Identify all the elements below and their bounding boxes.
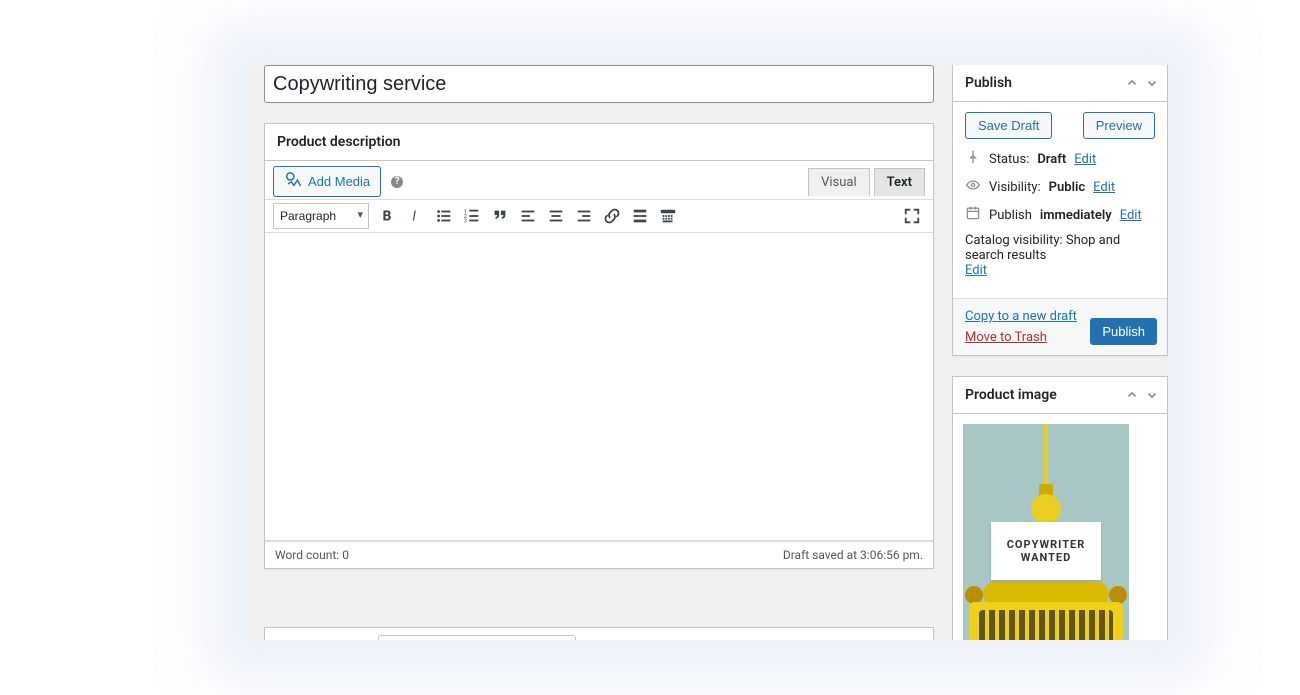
chevron-up-icon[interactable] <box>1125 388 1139 402</box>
sign-line2: WANTED <box>1021 551 1072 564</box>
editor-status-bar: Word count: 0 Draft saved at 3:06:56 pm. <box>265 541 933 568</box>
publish-button[interactable]: Publish <box>1090 318 1157 345</box>
sign-card: COPYWRITER WANTED <box>991 522 1101 580</box>
svg-text:I: I <box>412 209 416 225</box>
chevron-down-icon[interactable] <box>1145 388 1159 402</box>
calendar-icon <box>965 205 981 225</box>
bullet-list-icon[interactable] <box>431 203 457 229</box>
preview-button[interactable]: Preview <box>1083 112 1155 139</box>
edit-visibility-link[interactable]: Edit <box>1093 180 1115 195</box>
visibility-label: Visibility: <box>989 180 1041 195</box>
chevron-up-icon[interactable] <box>1125 76 1139 90</box>
link-icon[interactable] <box>599 203 625 229</box>
edit-catalog-link[interactable]: Edit <box>965 263 987 278</box>
svg-text:3: 3 <box>464 218 467 224</box>
paragraph-format-select[interactable]: Paragraph <box>273 203 369 229</box>
editor-format-toolbar: Paragraph B I 123 <box>265 199 933 233</box>
add-media-button[interactable]: Add Media <box>273 166 381 197</box>
align-left-icon[interactable] <box>515 203 541 229</box>
editor-top-row: Add Media ? Visual Text <box>265 161 933 199</box>
visibility-value: Public <box>1049 180 1085 195</box>
status-label: Status: <box>989 152 1029 167</box>
editor-content-area[interactable] <box>265 233 933 541</box>
help-icon[interactable]: ? <box>391 176 403 188</box>
tab-text[interactable]: Text <box>874 168 925 196</box>
side-column: Publish Save Draft Preview Status: Draft… <box>952 65 1168 640</box>
wp-admin-editor-viewport: Product description Add Media ? Visual T <box>248 65 1168 640</box>
publish-schedule-label: Publish <box>989 208 1032 223</box>
align-right-icon[interactable] <box>571 203 597 229</box>
draft-saved-text: Draft saved at 3:06:56 pm. <box>783 548 923 562</box>
editor-mode-tabs: Visual Text <box>808 168 925 196</box>
publish-schedule-value: immediately <box>1040 208 1112 223</box>
edit-schedule-link[interactable]: Edit <box>1120 208 1142 223</box>
eye-icon <box>965 177 981 197</box>
product-image-thumbnail[interactable]: COPYWRITER WANTED <box>963 424 1129 640</box>
publish-heading: Publish <box>965 75 1012 91</box>
main-column: Product description Add Media ? Visual T <box>264 65 934 589</box>
product-data-box <box>264 627 934 640</box>
status-value: Draft <box>1037 152 1066 167</box>
product-image-box: Product image COPYWRITER WANTED <box>952 376 1168 640</box>
word-count-label: Word count: 0 <box>275 548 349 562</box>
add-media-label: Add Media <box>308 174 370 189</box>
italic-icon[interactable]: I <box>403 203 429 229</box>
toolbar-toggle-icon[interactable] <box>655 203 681 229</box>
sign-line1: COPYWRITER <box>1007 538 1086 551</box>
numbered-list-icon[interactable]: 123 <box>459 203 485 229</box>
product-description-box: Product description Add Media ? Visual T <box>264 123 934 569</box>
edit-status-link[interactable]: Edit <box>1074 152 1096 167</box>
pin-icon <box>965 149 981 169</box>
blockquote-icon[interactable] <box>487 203 513 229</box>
chevron-down-icon[interactable] <box>1145 76 1159 90</box>
align-center-icon[interactable] <box>543 203 569 229</box>
save-draft-button[interactable]: Save Draft <box>965 112 1052 139</box>
media-icon <box>284 171 302 192</box>
product-description-heading: Product description <box>265 124 933 161</box>
tab-visual[interactable]: Visual <box>808 168 870 196</box>
bold-icon[interactable]: B <box>375 203 401 229</box>
product-image-heading: Product image <box>965 387 1057 403</box>
catalog-visibility-label: Catalog visibility: <box>965 233 1066 248</box>
publish-box: Publish Save Draft Preview Status: Draft… <box>952 65 1168 356</box>
product-title-input[interactable] <box>264 65 934 103</box>
fullscreen-icon[interactable] <box>899 203 925 229</box>
product-type-select[interactable] <box>378 635 576 640</box>
svg-text:B: B <box>383 209 392 225</box>
read-more-icon[interactable] <box>627 203 653 229</box>
